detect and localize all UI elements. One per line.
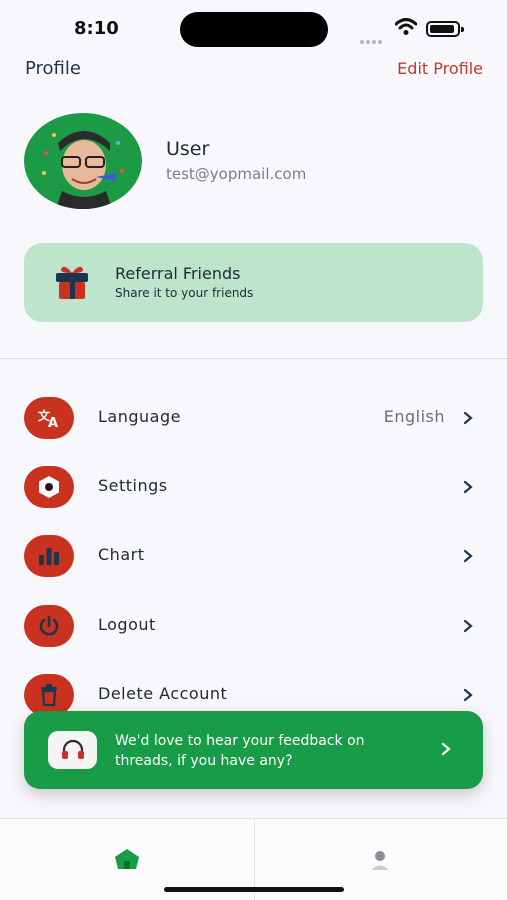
chevron-right-icon	[463, 688, 473, 702]
feedback-banner[interactable]: We'd love to hear your feedback on threa…	[24, 711, 483, 789]
avatar[interactable]	[24, 113, 142, 209]
chevron-right-icon	[463, 549, 473, 563]
chevron-right-icon	[441, 742, 451, 756]
profile-icon[interactable]	[369, 849, 391, 871]
section-divider	[0, 358, 507, 359]
menu-item-language[interactable]: 文 A Language English	[0, 395, 507, 447]
language-value: English	[383, 407, 445, 426]
referral-title: Referral Friends	[115, 264, 241, 283]
chevron-right-icon	[463, 619, 473, 633]
power-icon	[24, 605, 74, 647]
menu-item-logout[interactable]: Logout	[0, 603, 507, 655]
menu-label: Logout	[98, 615, 156, 634]
dynamic-island	[180, 12, 328, 47]
menu-label: Chart	[98, 545, 145, 564]
home-indicator	[164, 887, 344, 892]
cellular-signal-icon	[360, 29, 384, 44]
menu-item-chart[interactable]: Chart	[0, 533, 507, 585]
settings-icon	[24, 466, 74, 508]
edit-profile-button[interactable]: Edit Profile	[397, 59, 483, 78]
feedback-text: We'd love to hear your feedback on threa…	[115, 733, 365, 769]
gift-icon	[56, 266, 88, 299]
referral-card[interactable]: Referral Friends Share it to your friend…	[24, 243, 483, 322]
headphones-icon	[48, 731, 97, 769]
status-bar: 8:10	[0, 0, 507, 56]
status-time: 8:10	[74, 18, 119, 39]
trash-icon	[24, 674, 74, 716]
page-title: Profile	[25, 58, 81, 79]
menu-item-settings[interactable]: Settings	[0, 464, 507, 516]
home-icon[interactable]	[113, 847, 141, 871]
user-email: test@yopmail.com	[166, 165, 307, 183]
referral-subtitle: Share it to your friends	[115, 286, 254, 300]
chevron-right-icon	[463, 411, 473, 425]
menu-label: Language	[98, 407, 181, 426]
chevron-right-icon	[463, 480, 473, 494]
svg-text:A: A	[48, 416, 58, 429]
wifi-icon	[395, 18, 417, 35]
menu-label: Settings	[98, 476, 168, 495]
user-name: User	[166, 138, 210, 160]
menu-label: Delete Account	[98, 684, 228, 703]
battery-icon	[426, 21, 464, 37]
chart-icon	[24, 535, 74, 577]
translate-icon: 文 A	[24, 397, 74, 439]
